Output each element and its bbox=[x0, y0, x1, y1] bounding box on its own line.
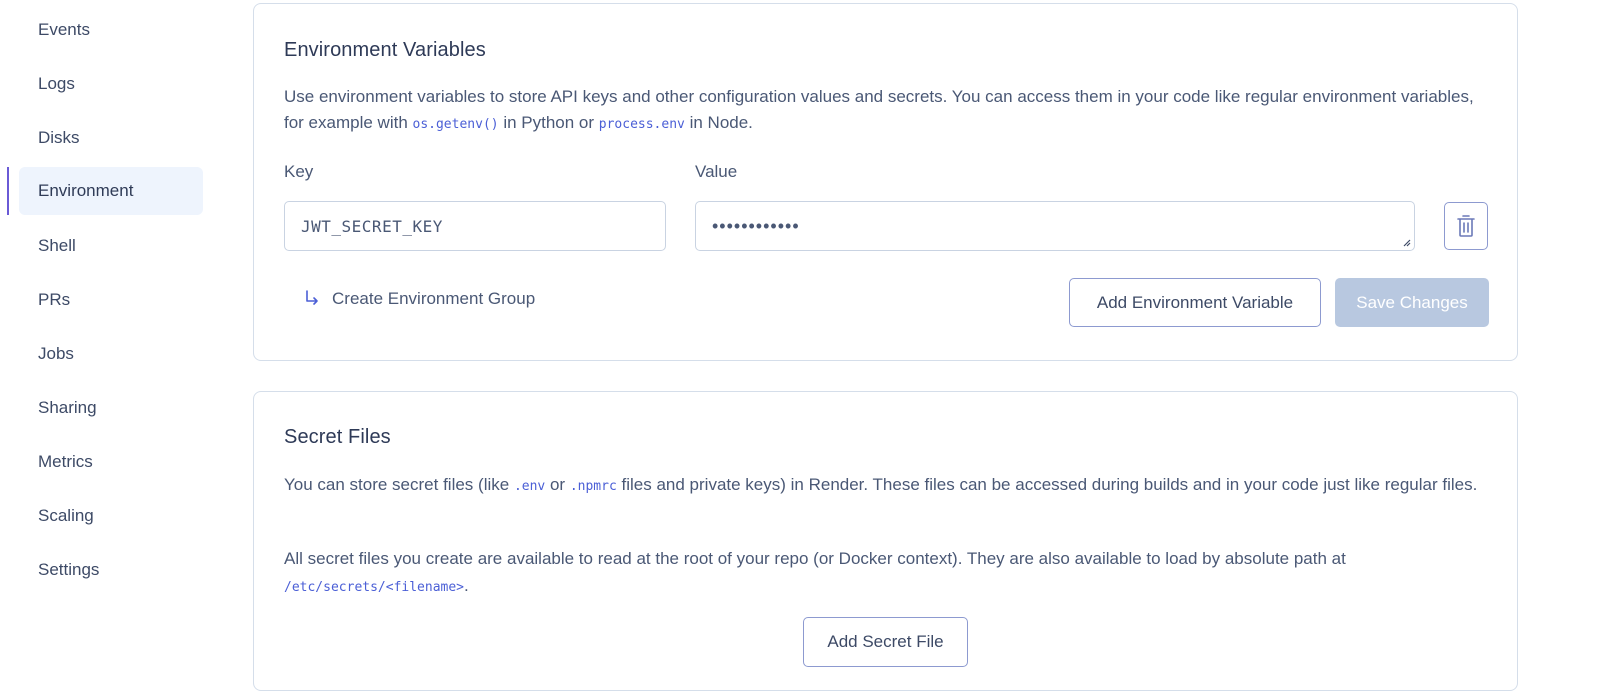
sidebar-item-jobs[interactable]: Jobs bbox=[19, 330, 203, 378]
sidebar-item-disks[interactable]: Disks bbox=[19, 114, 203, 162]
button-label: Add Environment Variable bbox=[1096, 292, 1294, 312]
active-indicator bbox=[7, 167, 9, 215]
save-changes-button[interactable]: Save Changes bbox=[1335, 278, 1489, 327]
value-input-value: •••••••••••• bbox=[712, 215, 800, 236]
env-description: Use environment variables to store API k… bbox=[284, 84, 1479, 138]
desc-text: files and private keys) in Render. These… bbox=[616, 475, 1478, 494]
sidebar-item-metrics[interactable]: Metrics bbox=[19, 438, 203, 486]
code-snippet: /etc/secrets/<filename> bbox=[284, 580, 465, 595]
sidebar-item-label: PRs bbox=[38, 290, 71, 309]
button-label: Add Secret File bbox=[827, 632, 944, 651]
sidebar-item-label: Shell bbox=[38, 236, 76, 255]
sidebar-item-settings[interactable]: Settings bbox=[19, 546, 203, 594]
code-snippet: .npmrc bbox=[569, 479, 617, 494]
delete-variable-button[interactable] bbox=[1444, 202, 1488, 250]
sidebar-item-label: Events bbox=[38, 20, 90, 39]
secret-files-path-note: All secret files you create are availabl… bbox=[284, 545, 1479, 601]
sidebar-item-label: Disks bbox=[38, 128, 80, 147]
section-title: Secret Files bbox=[284, 426, 391, 448]
code-snippet: process.env bbox=[598, 117, 685, 132]
secret-files-description: You can store secret files (like .env or… bbox=[284, 471, 1479, 500]
key-input-value: JWT_SECRET_KEY bbox=[301, 216, 443, 236]
code-snippet: os.getenv() bbox=[412, 117, 499, 132]
sidebar-item-prs[interactable]: PRs bbox=[19, 276, 203, 324]
add-secret-file-button[interactable]: Add Secret File bbox=[803, 617, 968, 667]
section-title: Environment Variables bbox=[284, 39, 486, 61]
sidebar-item-environment[interactable]: Environment bbox=[19, 167, 203, 215]
secret-files-card: Secret Files You can store secret files … bbox=[253, 391, 1518, 691]
create-group-label: Create Environment Group bbox=[332, 289, 536, 308]
value-label: Value bbox=[695, 162, 738, 181]
add-environment-variable-button[interactable]: Add Environment Variable bbox=[1069, 278, 1321, 327]
desc-text: in Node. bbox=[684, 113, 753, 132]
sidebar-item-logs[interactable]: Logs bbox=[19, 60, 203, 108]
value-input[interactable]: •••••••••••• bbox=[695, 201, 1415, 251]
create-environment-group-link[interactable]: Create Environment Group bbox=[304, 289, 535, 309]
sidebar-item-label: Jobs bbox=[38, 344, 74, 363]
desc-text: You can store secret files (like bbox=[284, 475, 514, 494]
sidebar-item-label: Settings bbox=[38, 560, 100, 579]
environment-variables-card: Environment Variables Use environment va… bbox=[253, 3, 1518, 361]
desc-text: or bbox=[545, 475, 570, 494]
sidebar-item-label: Logs bbox=[38, 74, 75, 93]
desc-text: . bbox=[464, 576, 469, 595]
sidebar-item-label: Environment bbox=[38, 181, 134, 200]
sidebar-item-label: Scaling bbox=[38, 506, 94, 525]
resize-handle-icon[interactable] bbox=[1402, 238, 1411, 247]
key-label: Key bbox=[284, 162, 314, 181]
sidebar-item-shell[interactable]: Shell bbox=[19, 222, 203, 270]
sidebar-item-sharing[interactable]: Sharing bbox=[19, 384, 203, 432]
sidebar-item-events[interactable]: Events bbox=[19, 6, 203, 54]
return-arrow-icon bbox=[306, 290, 318, 305]
code-snippet: .env bbox=[513, 479, 546, 494]
button-label: Save Changes bbox=[1356, 292, 1468, 312]
sidebar-item-scaling[interactable]: Scaling bbox=[19, 492, 203, 540]
desc-text: All secret files you create are availabl… bbox=[284, 549, 1346, 568]
key-input[interactable]: JWT_SECRET_KEY bbox=[284, 201, 666, 251]
desc-text: in Python or bbox=[498, 113, 599, 132]
sidebar-item-label: Sharing bbox=[38, 398, 97, 417]
sidebar-item-label: Metrics bbox=[38, 452, 93, 471]
trash-icon bbox=[1457, 215, 1475, 237]
sidebar: Events Logs Disks Environment Shell PRs … bbox=[0, 0, 215, 672]
